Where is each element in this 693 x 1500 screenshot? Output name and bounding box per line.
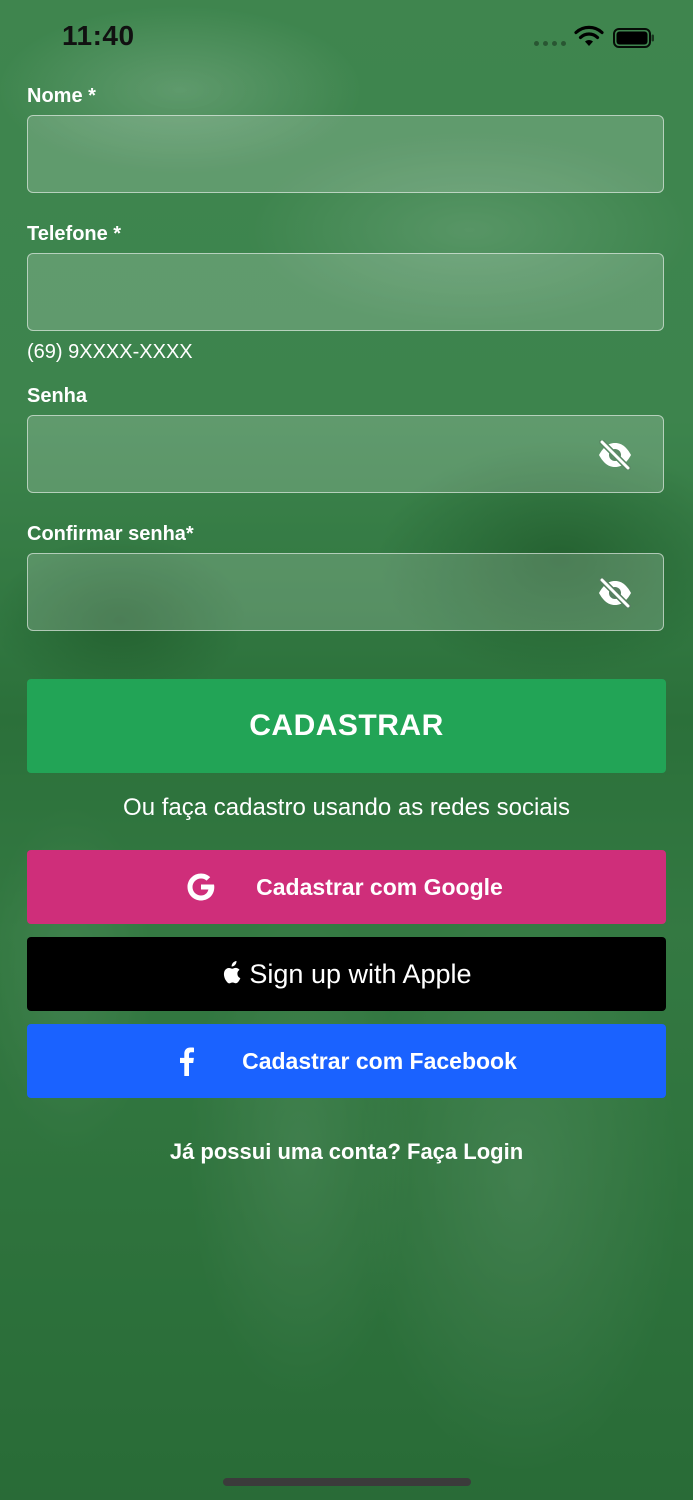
phone-field-box (27, 253, 664, 331)
facebook-signup-label: Cadastrar com Facebook (242, 1047, 517, 1074)
password-label: Senha (27, 385, 88, 407)
facebook-signup-button[interactable]: Cadastrar com Facebook (27, 1024, 666, 1098)
facebook-icon (180, 1047, 194, 1076)
home-indicator (223, 1478, 471, 1486)
social-signup-caption: Ou faça cadastro usando as redes sociais (123, 794, 570, 821)
confirm-password-label: Confirmar senha* (27, 523, 194, 545)
google-signup-button[interactable]: Cadastrar com Google (27, 850, 666, 924)
wifi-icon (574, 25, 604, 46)
apple-signup-label: Sign up with Apple (249, 958, 472, 989)
signal-dots-icon (534, 41, 566, 47)
name-input[interactable] (28, 116, 663, 192)
phone-label: Telefone * (27, 223, 122, 245)
login-link[interactable]: Já possui uma conta? Faça Login (27, 1139, 666, 1165)
phone-input[interactable] (28, 254, 663, 330)
password-field-box (27, 415, 664, 493)
google-signup-label: Cadastrar com Google (256, 873, 503, 900)
confirm-password-input[interactable] (28, 554, 663, 630)
register-button[interactable]: CADASTRAR (27, 679, 666, 773)
status-bar: 11:40 (0, 0, 693, 75)
confirm-password-field-box (27, 553, 664, 631)
apple-signup-button[interactable]: Sign up with Apple (27, 937, 666, 1011)
phone-format-hint: (69) 9XXXX-XXXX (27, 341, 193, 363)
battery-full-icon (613, 28, 654, 48)
register-button-label: CADASTRAR (249, 709, 444, 742)
status-time: 11:40 (62, 20, 135, 51)
name-label: Nome * (27, 85, 96, 107)
apple-icon (224, 960, 241, 983)
eye-off-icon[interactable] (597, 578, 633, 608)
name-field-box (27, 115, 664, 193)
password-input[interactable] (28, 416, 663, 492)
eye-off-icon[interactable] (597, 440, 633, 470)
google-icon (187, 873, 215, 901)
